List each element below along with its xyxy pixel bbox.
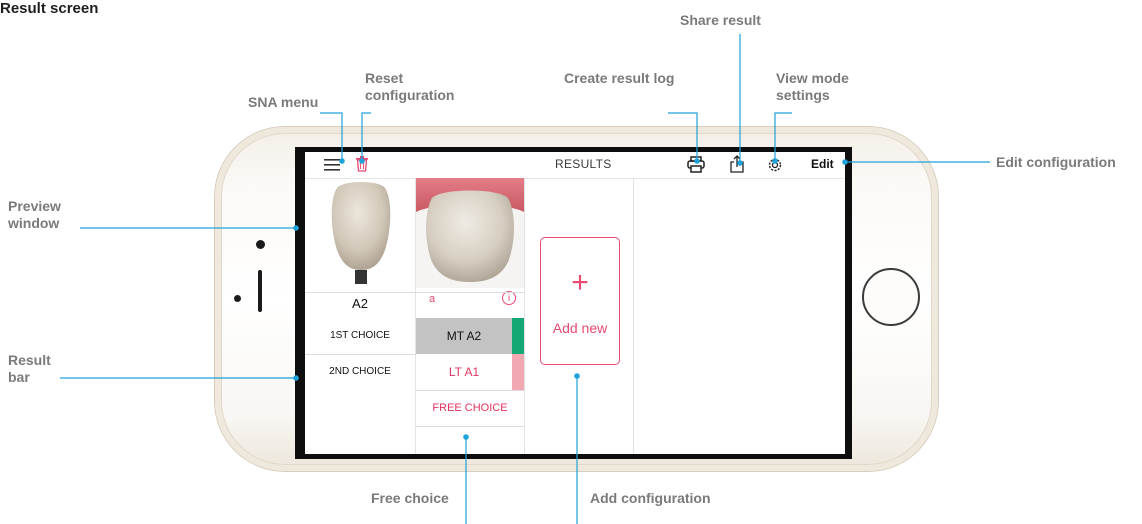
callout-result-bar: Result bar xyxy=(8,352,51,385)
callout-view-mode-settings: View mode settings xyxy=(776,70,849,103)
callout-share-result: Share result xyxy=(680,12,761,28)
callout-reset-configuration: Reset configuration xyxy=(365,70,455,103)
callout-free-choice: Free choice xyxy=(371,490,449,506)
callout-sna-menu: SNA menu xyxy=(248,94,319,110)
callout-add-configuration: Add configuration xyxy=(590,490,711,506)
callout-preview-window: Preview window xyxy=(8,198,61,231)
callout-edit-configuration: Edit configuration xyxy=(996,154,1116,170)
callout-create-result-log: Create result log xyxy=(564,70,675,86)
